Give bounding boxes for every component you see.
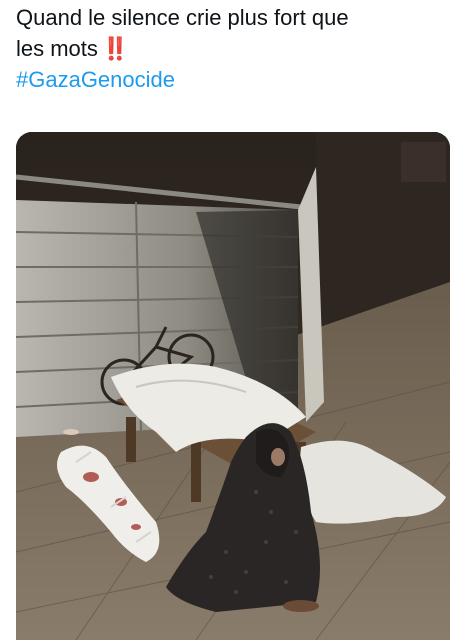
tweet-text-line-1: Quand le silence crie plus fort que xyxy=(16,5,349,30)
debris xyxy=(63,429,79,435)
photo-scene xyxy=(16,132,450,640)
double-exclamation-icon: ‼️ xyxy=(101,36,129,61)
hashtag-link[interactable]: #GazaGenocide xyxy=(16,64,456,95)
tweet-text-line-2: les mots ‼️ xyxy=(16,33,456,64)
tweet-photo[interactable] xyxy=(16,132,450,640)
tweet-text: Quand le silence crie plus fort que les … xyxy=(16,2,456,95)
sandal xyxy=(283,600,319,612)
background-window xyxy=(401,142,446,182)
tweet-text-line-2-words: les mots xyxy=(16,36,98,61)
